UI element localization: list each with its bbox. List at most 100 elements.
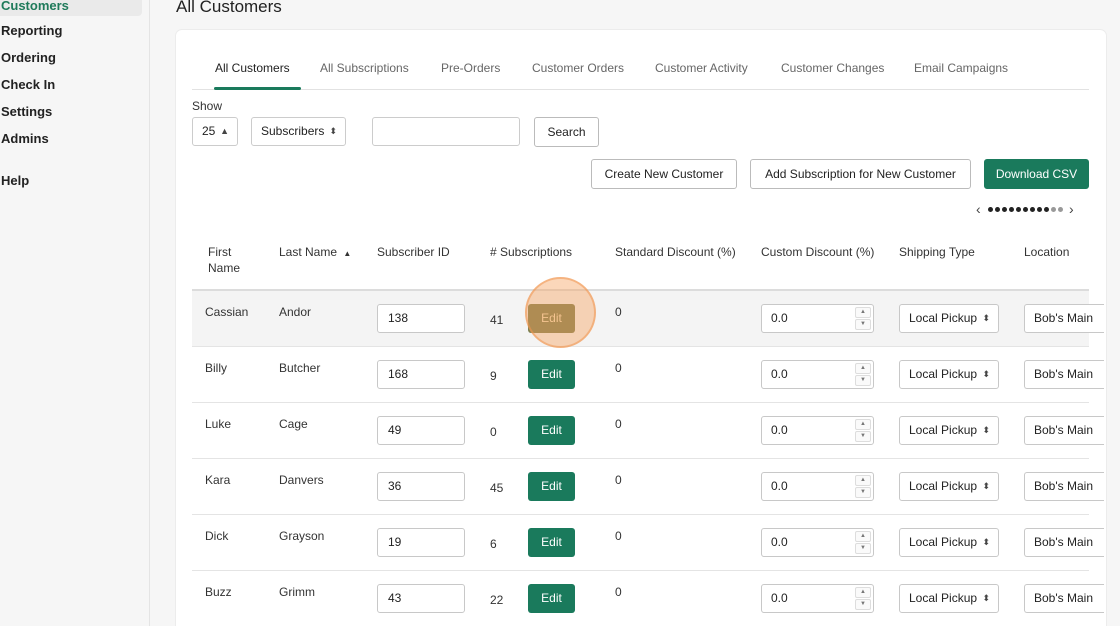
location-select[interactable]: Bob's Main bbox=[1024, 472, 1104, 501]
download-csv-button[interactable]: Download CSV bbox=[984, 159, 1089, 189]
sidebar-item-customers[interactable]: Customers bbox=[0, 0, 142, 16]
sidebar-item-help[interactable]: Help bbox=[0, 171, 142, 191]
edit-button[interactable]: Edit bbox=[528, 304, 575, 333]
table-row: Cassian Andor 138 41 Edit 0 0.0 ▲ ▼ Loca… bbox=[192, 291, 1104, 347]
decrement-icon[interactable]: ▼ bbox=[855, 599, 871, 610]
chevron-left-icon[interactable]: ‹ bbox=[976, 201, 981, 217]
subscriber-id-input[interactable]: 36 bbox=[377, 472, 465, 501]
col-standard-discount[interactable]: Standard Discount (%) bbox=[615, 244, 736, 260]
subscription-count: 9 bbox=[490, 369, 497, 383]
increment-icon[interactable]: ▲ bbox=[855, 531, 871, 542]
sidebar-item-reporting[interactable]: Reporting bbox=[0, 21, 142, 41]
page-dot[interactable] bbox=[1009, 207, 1014, 212]
first-name: Luke bbox=[205, 417, 232, 431]
first-name: Cassian bbox=[205, 305, 249, 319]
sidebar-item-settings[interactable]: Settings bbox=[0, 102, 142, 122]
col-shipping-type[interactable]: Shipping Type bbox=[899, 244, 975, 260]
increment-icon[interactable]: ▲ bbox=[855, 307, 871, 318]
subscriber-id-input[interactable]: 168 bbox=[377, 360, 465, 389]
add-subscription-new-customer-button[interactable]: Add Subscription for New Customer bbox=[750, 159, 971, 189]
page-dot[interactable] bbox=[995, 207, 1000, 212]
custom-discount-input[interactable]: 0.0 ▲ ▼ bbox=[761, 528, 874, 557]
tab-pre-orders[interactable]: Pre-Orders bbox=[441, 61, 500, 75]
page-dot[interactable] bbox=[1044, 207, 1049, 212]
col-last-name[interactable]: Last Name ▲ bbox=[279, 244, 351, 262]
tab-all-customers[interactable]: All Customers bbox=[215, 61, 290, 75]
last-name: Butcher bbox=[279, 361, 321, 375]
page-dot[interactable] bbox=[1051, 207, 1056, 212]
tab-customer-orders[interactable]: Customer Orders bbox=[532, 61, 624, 75]
tab-customer-activity[interactable]: Customer Activity bbox=[655, 61, 748, 75]
decrement-icon[interactable]: ▼ bbox=[855, 375, 871, 386]
search-input[interactable] bbox=[372, 117, 520, 146]
tab-all-subscriptions[interactable]: All Subscriptions bbox=[320, 61, 409, 75]
page-dot[interactable] bbox=[988, 207, 993, 212]
tab-email-campaigns[interactable]: Email Campaigns bbox=[914, 61, 1008, 75]
page-size-select[interactable]: 25 ▲ bbox=[192, 117, 238, 146]
subscription-count: 45 bbox=[490, 481, 504, 495]
sidebar-item-check-in[interactable]: Check In bbox=[0, 75, 142, 95]
chevron-right-icon[interactable]: › bbox=[1069, 201, 1074, 217]
subscriber-id-input[interactable]: 43 bbox=[377, 584, 465, 613]
col-custom-discount[interactable]: Custom Discount (%) bbox=[761, 244, 874, 260]
customer-filter-select[interactable]: Subscribers ⬍ bbox=[251, 117, 346, 146]
tab-customer-changes[interactable]: Customer Changes bbox=[781, 61, 884, 75]
edit-button[interactable]: Edit bbox=[528, 528, 575, 557]
page-dot[interactable] bbox=[1016, 207, 1021, 212]
subscriber-id-input[interactable]: 19 bbox=[377, 528, 465, 557]
subscriber-id-input[interactable]: 49 bbox=[377, 416, 465, 445]
updown-caret-icon: ⬍ bbox=[982, 369, 990, 379]
decrement-icon[interactable]: ▼ bbox=[855, 431, 871, 442]
search-button[interactable]: Search bbox=[534, 117, 599, 147]
page-dot[interactable] bbox=[1058, 207, 1063, 212]
increment-icon[interactable]: ▲ bbox=[855, 587, 871, 598]
show-label: Show bbox=[192, 99, 223, 113]
sidebar-item-admins[interactable]: Admins bbox=[0, 129, 142, 149]
custom-discount-input[interactable]: 0.0 ▲ ▼ bbox=[761, 416, 874, 445]
location-select[interactable]: Bob's Main bbox=[1024, 416, 1104, 445]
decrement-icon[interactable]: ▼ bbox=[855, 487, 871, 498]
shipping-type-value: Local Pickup bbox=[909, 479, 978, 493]
increment-icon[interactable]: ▲ bbox=[855, 419, 871, 430]
col-subscriber-id[interactable]: Subscriber ID bbox=[377, 244, 450, 260]
edit-button[interactable]: Edit bbox=[528, 416, 575, 445]
shipping-type-select[interactable]: Local Pickup ⬍ bbox=[899, 416, 999, 445]
last-name: Grayson bbox=[279, 529, 325, 543]
decrement-icon[interactable]: ▼ bbox=[855, 319, 871, 330]
shipping-type-select[interactable]: Local Pickup ⬍ bbox=[899, 360, 999, 389]
custom-discount-input[interactable]: 0.0 ▲ ▼ bbox=[761, 304, 874, 333]
custom-discount-input[interactable]: 0.0 ▲ ▼ bbox=[761, 584, 874, 613]
create-new-customer-button[interactable]: Create New Customer bbox=[591, 159, 737, 189]
subscription-count: 0 bbox=[490, 425, 497, 439]
shipping-type-select[interactable]: Local Pickup ⬍ bbox=[899, 528, 999, 557]
increment-icon[interactable]: ▲ bbox=[855, 363, 871, 374]
shipping-type-select[interactable]: Local Pickup ⬍ bbox=[899, 472, 999, 501]
edit-button[interactable]: Edit bbox=[528, 472, 575, 501]
shipping-type-select[interactable]: Local Pickup ⬍ bbox=[899, 584, 999, 613]
custom-discount-input[interactable]: 0.0 ▲ ▼ bbox=[761, 472, 874, 501]
decrement-icon[interactable]: ▼ bbox=[855, 543, 871, 554]
location-select[interactable]: Bob's Main bbox=[1024, 360, 1104, 389]
page-dot[interactable] bbox=[1002, 207, 1007, 212]
page-dot[interactable] bbox=[1023, 207, 1028, 212]
page-dot[interactable] bbox=[1037, 207, 1042, 212]
sidebar-item-ordering[interactable]: Ordering bbox=[0, 48, 142, 68]
page-dot[interactable] bbox=[1030, 207, 1035, 212]
subscriber-id-input[interactable]: 138 bbox=[377, 304, 465, 333]
custom-discount-input[interactable]: 0.0 ▲ ▼ bbox=[761, 360, 874, 389]
col-location[interactable]: Location bbox=[1024, 244, 1069, 260]
edit-button[interactable]: Edit bbox=[528, 360, 575, 389]
increment-icon[interactable]: ▲ bbox=[855, 475, 871, 486]
location-select[interactable]: Bob's Main bbox=[1024, 528, 1104, 557]
active-tab-indicator bbox=[214, 87, 301, 90]
shipping-type-select[interactable]: Local Pickup ⬍ bbox=[899, 304, 999, 333]
edit-button[interactable]: Edit bbox=[528, 584, 575, 613]
location-select[interactable]: Bob's Main bbox=[1024, 584, 1104, 613]
location-select[interactable]: Bob's Main bbox=[1024, 304, 1104, 333]
custom-discount-value: 0.0 bbox=[771, 367, 788, 381]
updown-caret-icon: ▲ bbox=[220, 126, 229, 136]
col-subscriptions[interactable]: # Subscriptions bbox=[490, 244, 572, 260]
table-row: Dick Grayson 19 6 Edit 0 0.0 ▲ ▼ Local P… bbox=[192, 515, 1104, 571]
col-first-name[interactable]: First Name bbox=[208, 244, 248, 276]
custom-discount-value: 0.0 bbox=[771, 311, 788, 325]
